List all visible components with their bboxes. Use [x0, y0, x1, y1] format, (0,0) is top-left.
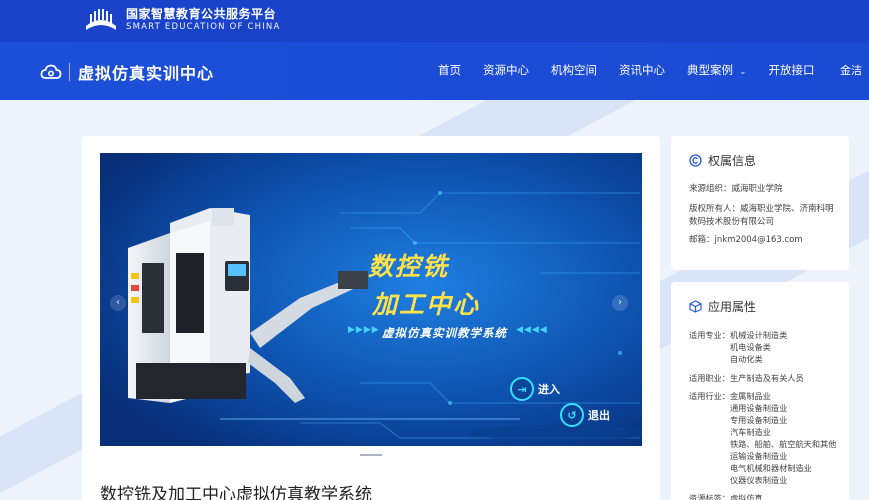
- attr-industries: 适用行业： 金属制品业 通用设备制造业 专用设备制造业 汽车制造业 铁路、船舶、…: [689, 390, 844, 486]
- attr-industries-label: 适用行业：: [689, 391, 730, 401]
- platform-name-cn: 国家智慧教育公共服务平台: [126, 7, 277, 21]
- resource-title: 数控铣及加工中心虚拟仿真教学系统: [100, 485, 372, 500]
- attr-majors-label: 适用专业：: [689, 330, 730, 340]
- nav-item-cases[interactable]: 典型案例 ⌄: [687, 62, 747, 78]
- main-nav: 首页 资源中心 机构空间 资讯中心 典型案例 ⌄ 开放接口: [438, 62, 837, 78]
- application-attributes-card: 应用属性 适用专业： 机械设计制造类 机电设备类 自动化类 适用职业： 生产制造…: [671, 282, 849, 500]
- chevron-down-icon: ⌄: [739, 67, 747, 77]
- banner-enter-button[interactable]: ⇥ 进入: [510, 377, 560, 401]
- nav-item-open-api[interactable]: 开放接口: [769, 62, 815, 78]
- banner-exit-button[interactable]: ↺ 退出: [560, 403, 610, 427]
- resource-banner-carousel[interactable]: 数控铣 加工中心 ▶▶▶▶ 虚拟仿真实训教学系统 ◀◀◀◀ ⇥ 进入 ↺ 退出 …: [100, 153, 642, 446]
- nav-item-home[interactable]: 首页: [438, 62, 461, 78]
- enter-label: 进入: [538, 383, 560, 396]
- attr-jobs-label: 适用职业：: [689, 373, 730, 383]
- site-title: 虚拟仿真实训中心: [78, 64, 215, 83]
- rights-heading-label: 权属信息: [708, 154, 757, 168]
- attr-jobs: 适用职业： 生产制造及有关人员: [689, 372, 844, 384]
- rights-owner: 版权所有人：威海职业学院、济南科明数码技术股份有限公司: [689, 204, 834, 227]
- rights-source: 来源组织：威海职业学院: [689, 184, 783, 194]
- attr-major-item: 自动化类: [729, 354, 763, 364]
- nav-item-institutions[interactable]: 机构空间: [551, 62, 597, 78]
- nav-item-resources[interactable]: 资源中心: [483, 62, 529, 78]
- carousel-indicators: [82, 441, 660, 460]
- platform-name-en: SMART EDUCATION OF CHINA: [126, 22, 281, 32]
- cloud-icon: [40, 64, 62, 79]
- platform-brand[interactable]: 国家智慧教育公共服务平台 SMART EDUCATION OF CHINA: [82, 6, 281, 34]
- attr-majors: 适用专业： 机械设计制造类 机电设备类 自动化类: [689, 329, 844, 365]
- attr-tags-label: 资源标签：: [689, 493, 730, 500]
- chevron-left-icon[interactable]: ‹: [110, 295, 126, 311]
- attr-industry-item: 通用设备制造业: [729, 403, 788, 413]
- banner-headline-2: 加工中心: [372, 290, 481, 319]
- rights-email: 邮箱：jnkm2004@163.com: [689, 235, 803, 245]
- attr-tag-item[interactable]: 虚拟仿真: [730, 492, 763, 500]
- nav-item-cases-label: 典型案例: [687, 63, 733, 77]
- attr-industry-item: 仪器仪表制造业: [729, 475, 788, 485]
- user-name[interactable]: 金洁: [840, 62, 862, 78]
- exit-label: 退出: [588, 409, 610, 422]
- enter-icon: ⇥: [510, 377, 534, 401]
- attr-major-item: 机械设计制造类: [729, 330, 788, 340]
- exit-icon: ↺: [560, 403, 584, 427]
- site-logo[interactable]: 虚拟仿真实训中心: [40, 60, 214, 84]
- cube-icon: [689, 300, 702, 313]
- attributes-heading-label: 应用属性: [708, 300, 757, 314]
- rights-info-card: 权属信息 来源组织：威海职业学院 版权所有人：威海职业学院、济南科明数码技术股份…: [671, 136, 849, 270]
- banner-subline: 虚拟仿真实训教学系统: [382, 326, 507, 340]
- resource-main-card: 数控铣 加工中心 ▶▶▶▶ 虚拟仿真实训教学系统 ◀◀◀◀ ⇥ 进入 ↺ 退出 …: [82, 136, 660, 500]
- attr-industry-item: 铁路、船舶、航空航天和其他运输设备制造业: [729, 439, 837, 461]
- attr-major-item: 机电设备类: [729, 342, 771, 352]
- banner-headline-1: 数控铣: [368, 252, 450, 281]
- attr-tags: 资源标签： 虚拟仿真: [689, 492, 844, 500]
- rights-heading: 权属信息: [689, 152, 756, 169]
- nav-item-news[interactable]: 资讯中心: [619, 62, 665, 78]
- attr-industry-item: 金属制品业: [729, 391, 771, 401]
- chevron-right-icon[interactable]: ›: [612, 295, 628, 311]
- carousel-dot[interactable]: [360, 454, 382, 456]
- attributes-heading: 应用属性: [689, 298, 756, 315]
- attr-industry-item: 汽车制造业: [729, 427, 771, 437]
- arrows-right-icon: ◀◀◀◀: [516, 325, 548, 335]
- platform-logo-icon: [82, 6, 120, 34]
- attr-industry-item: 电气机械和器材制造业: [729, 463, 812, 473]
- arrows-left-icon: ▶▶▶▶: [348, 325, 380, 335]
- copyright-icon: [689, 154, 702, 167]
- attr-industry-item: 专用设备制造业: [729, 415, 788, 425]
- attr-job-item: 生产制造及有关人员: [729, 373, 804, 383]
- logo-divider: [69, 63, 70, 81]
- site-navbar: 虚拟仿真实训中心 首页 资源中心 机构空间 资讯中心 典型案例 ⌄ 开放接口 金洁: [0, 42, 869, 100]
- platform-header: 国家智慧教育公共服务平台 SMART EDUCATION OF CHINA: [0, 0, 869, 42]
